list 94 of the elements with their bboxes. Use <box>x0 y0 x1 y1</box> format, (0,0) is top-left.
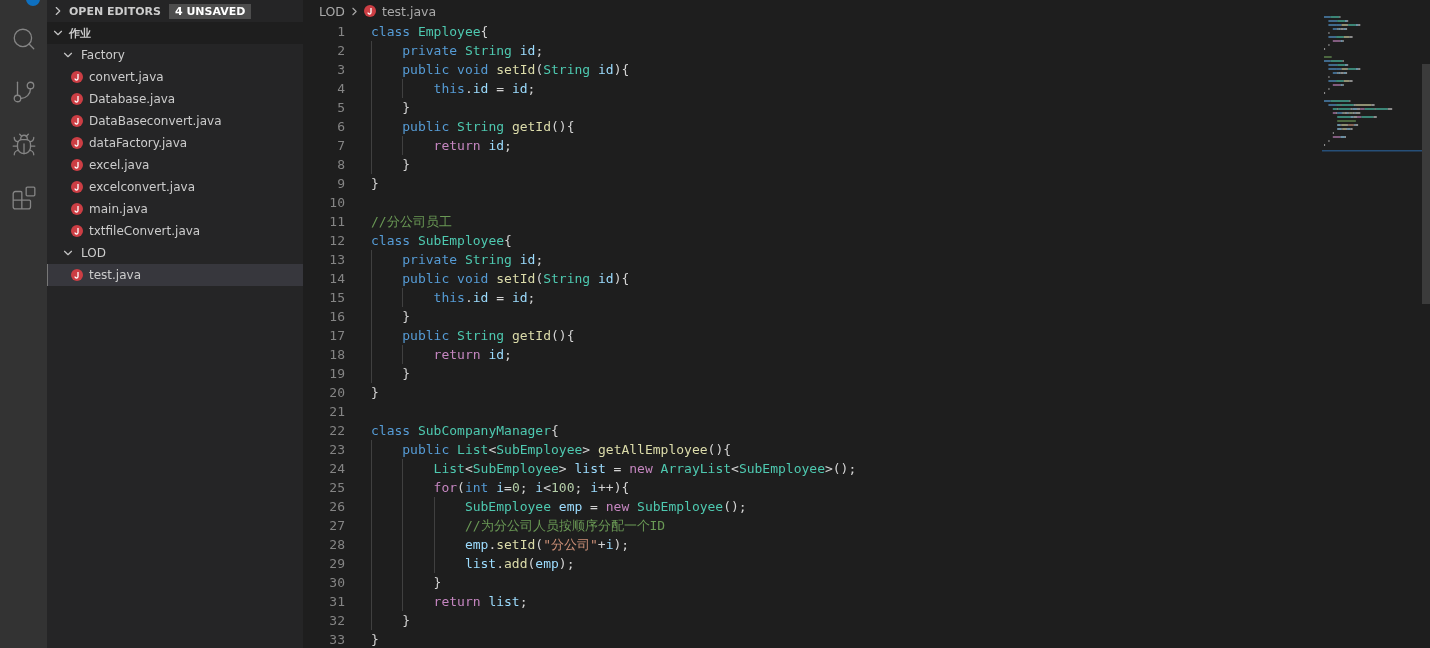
java-file-icon <box>71 203 83 215</box>
code-line: public String getId(){ <box>371 326 575 345</box>
line-number: 25 <box>328 480 345 495</box>
code-line: public void setId(String id){ <box>371 269 630 288</box>
line-number: 28 <box>328 537 345 552</box>
code-line: } <box>371 364 411 383</box>
code-line: return id; <box>371 345 512 364</box>
code-line: } <box>371 98 411 117</box>
code-line: } <box>371 175 379 193</box>
line-number: 9 <box>336 176 345 191</box>
code-line: class SubEmployee{ <box>371 232 512 250</box>
line-number: 13 <box>328 252 345 267</box>
file-item[interactable]: DataBaseconvert.java <box>47 110 303 132</box>
line-number: 11 <box>328 214 345 229</box>
java-file-icon <box>71 137 83 149</box>
line-number: 21 <box>328 404 345 419</box>
java-file-icon <box>71 269 83 281</box>
debug-icon[interactable] <box>10 132 37 158</box>
line-number: 1 <box>336 24 345 39</box>
extensions-icon[interactable] <box>10 185 37 211</box>
line-number: 32 <box>328 613 345 628</box>
code-line: class SubCompanyManager{ <box>371 422 559 440</box>
line-number: 6 <box>336 119 345 134</box>
line-number: 24 <box>328 461 345 476</box>
line-number: 22 <box>328 423 345 438</box>
code-line: emp.setId("分公司"+i); <box>371 535 630 554</box>
folder-item[interactable]: Factory <box>47 44 303 66</box>
java-file-icon <box>71 225 83 237</box>
line-number: 30 <box>328 575 345 590</box>
line-number: 31 <box>328 594 345 609</box>
code-comment: //分公司员工 <box>371 213 452 231</box>
code-line: } <box>371 384 379 402</box>
code-line: return list; <box>371 592 528 611</box>
line-number: 29 <box>328 556 345 571</box>
section-title[interactable]: OPEN EDITORS <box>69 4 161 18</box>
section-title[interactable]: 作业 <box>69 25 91 41</box>
line-number: 23 <box>328 442 345 457</box>
line-number: 27 <box>328 518 345 533</box>
minimap-drawing[interactable] <box>1322 14 1422 154</box>
java-file-icon <box>71 115 83 127</box>
code-line: List<SubEmployee> list = new ArrayList<SubEmployee>(); <box>371 459 857 478</box>
line-number: 17 <box>328 328 345 343</box>
scrollbar[interactable] <box>1422 64 1430 304</box>
java-file-icon <box>71 159 83 171</box>
code-comment: //为分公司人员按顺序分配一个ID <box>371 516 666 535</box>
line-number: 7 <box>336 138 345 153</box>
breadcrumb-item[interactable]: test.java <box>382 3 437 19</box>
code-line: private String id; <box>371 250 544 269</box>
line-number: 4 <box>336 81 345 96</box>
code-line: this.id = id; <box>371 288 536 307</box>
line-number: 16 <box>328 309 345 324</box>
line-number: 15 <box>328 290 345 305</box>
code-line: return id; <box>371 136 512 155</box>
code-line: } <box>371 631 379 648</box>
file-item[interactable]: Database.java <box>47 88 303 110</box>
line-number: 33 <box>328 632 345 647</box>
code-line: list.add(emp); <box>371 554 575 573</box>
file-item[interactable]: txtfileConvert.java <box>47 220 303 242</box>
java-file-icon <box>71 181 83 193</box>
line-number: 5 <box>336 100 345 115</box>
code-line: } <box>371 307 411 326</box>
folder-item[interactable]: LOD <box>47 242 303 264</box>
line-number: 20 <box>328 385 345 400</box>
code-line: for(int i=0; i<100; i++){ <box>371 478 630 497</box>
file-item[interactable]: excelconvert.java <box>47 176 303 198</box>
line-number: 19 <box>328 366 345 381</box>
file-item[interactable]: dataFactory.java <box>47 132 303 154</box>
code-line: public String getId(){ <box>371 117 575 136</box>
breadcrumb-item[interactable]: LOD <box>319 3 345 19</box>
file-item[interactable]: test.java <box>47 264 303 286</box>
java-file-icon <box>71 93 83 105</box>
code-line: public List<SubEmployee> getAllEmployee(){ <box>371 440 732 459</box>
java-file-icon <box>71 71 83 83</box>
java-file-icon <box>364 5 376 17</box>
line-number: 8 <box>336 157 345 172</box>
unsaved-badge: 4 UNSAVED <box>168 3 252 19</box>
code-line: private String id; <box>371 41 544 60</box>
line-number: 12 <box>328 233 345 248</box>
code-line: this.id = id; <box>371 79 536 98</box>
code-line: } <box>371 155 411 174</box>
file-item[interactable]: convert.java <box>47 66 303 88</box>
code-line: } <box>371 611 411 630</box>
file-item[interactable]: main.java <box>47 198 303 220</box>
code-line: public void setId(String id){ <box>371 60 630 79</box>
line-number: 26 <box>328 499 345 514</box>
line-number: 3 <box>336 62 345 77</box>
line-number: 18 <box>328 347 345 362</box>
line-number: 2 <box>336 43 345 58</box>
code-line: } <box>371 573 442 592</box>
line-number: 14 <box>328 271 345 286</box>
code-line: SubEmployee emp = new SubEmployee(); <box>371 497 747 516</box>
file-item[interactable]: excel.java <box>47 154 303 176</box>
code-line: class Employee{ <box>371 23 489 41</box>
line-number: 10 <box>328 195 345 210</box>
